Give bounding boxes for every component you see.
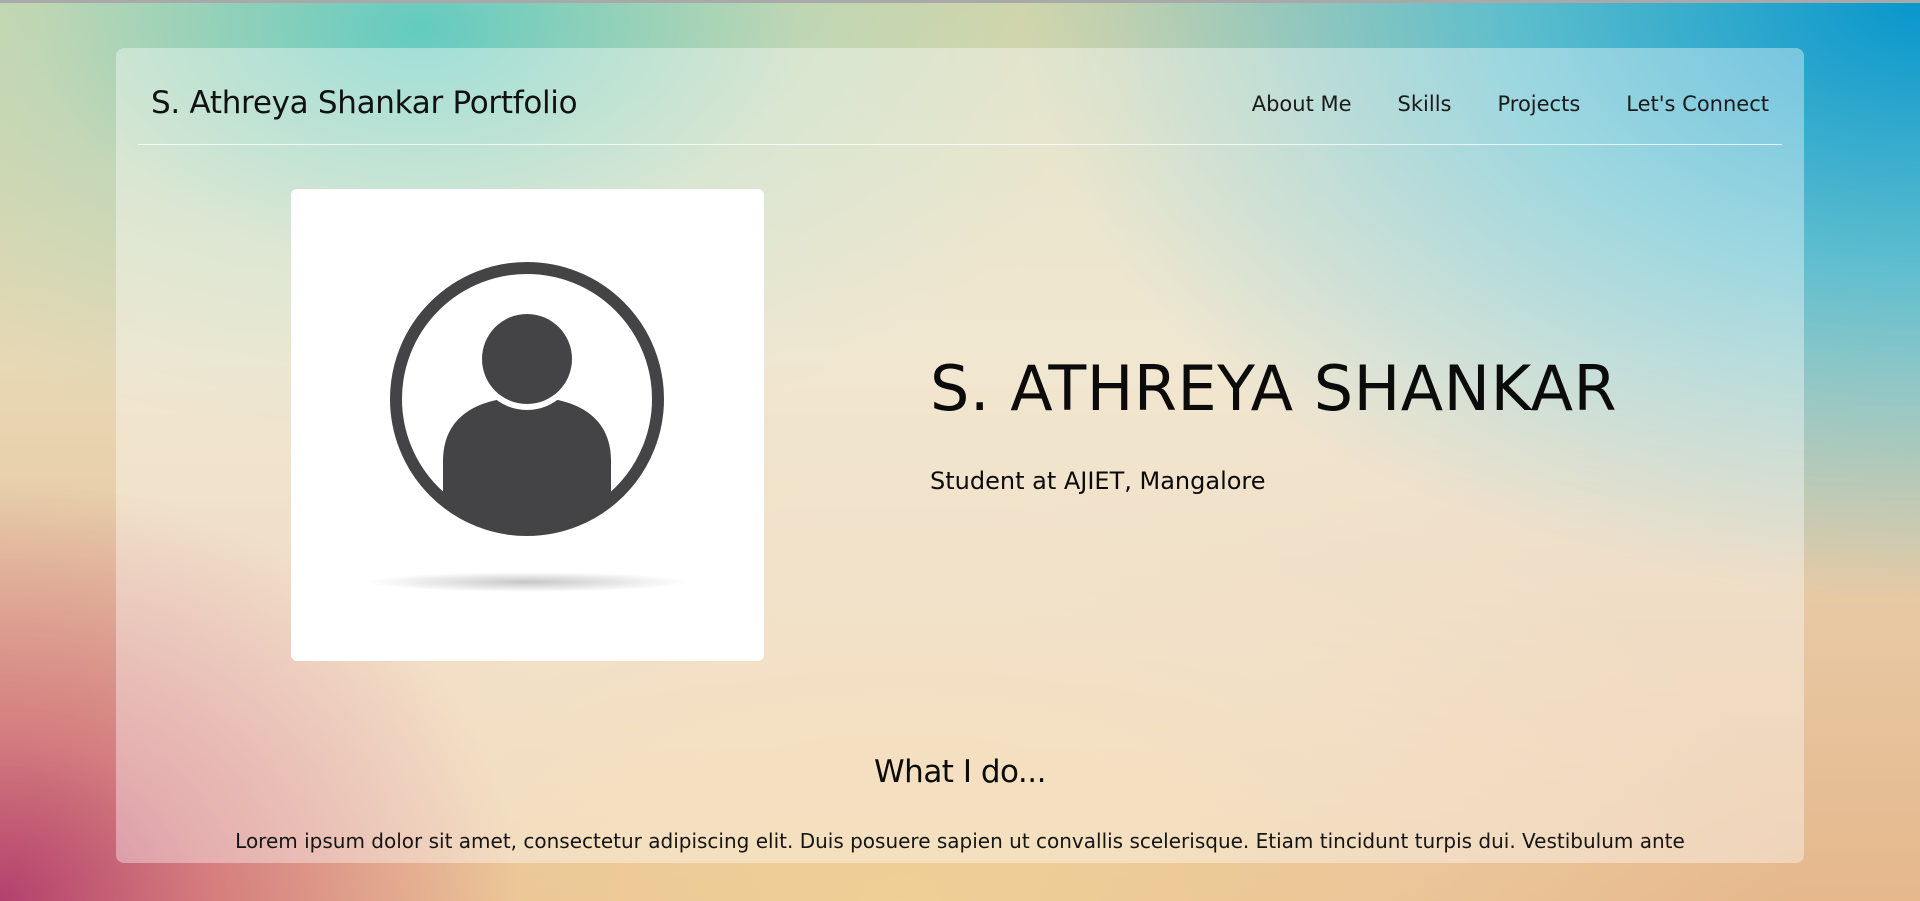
nav-links: About Me Skills Projects Let's Connect bbox=[1252, 92, 1769, 116]
portfolio-card: S. Athreya Shankar Portfolio About Me Sk… bbox=[116, 48, 1804, 863]
brand-title[interactable]: S. Athreya Shankar Portfolio bbox=[151, 85, 578, 121]
nav-link-skills[interactable]: Skills bbox=[1398, 92, 1452, 116]
window-top-border bbox=[0, 0, 1920, 3]
nav-link-projects[interactable]: Projects bbox=[1497, 92, 1580, 116]
hero-name: S. ATHREYA SHANKAR bbox=[930, 352, 1618, 425]
profile-photo bbox=[291, 189, 764, 661]
what-i-do-text: Lorem ipsum dolor sit amet, consectetur … bbox=[235, 829, 1685, 853]
nav-link-about-me[interactable]: About Me bbox=[1252, 92, 1352, 116]
user-avatar-icon bbox=[367, 262, 687, 592]
navbar: S. Athreya Shankar Portfolio About Me Sk… bbox=[138, 48, 1782, 145]
nav-link-lets-connect[interactable]: Let's Connect bbox=[1626, 92, 1769, 116]
hero-role: Student at AJIET, Mangalore bbox=[930, 467, 1266, 495]
what-i-do-heading: What I do... bbox=[874, 754, 1046, 790]
